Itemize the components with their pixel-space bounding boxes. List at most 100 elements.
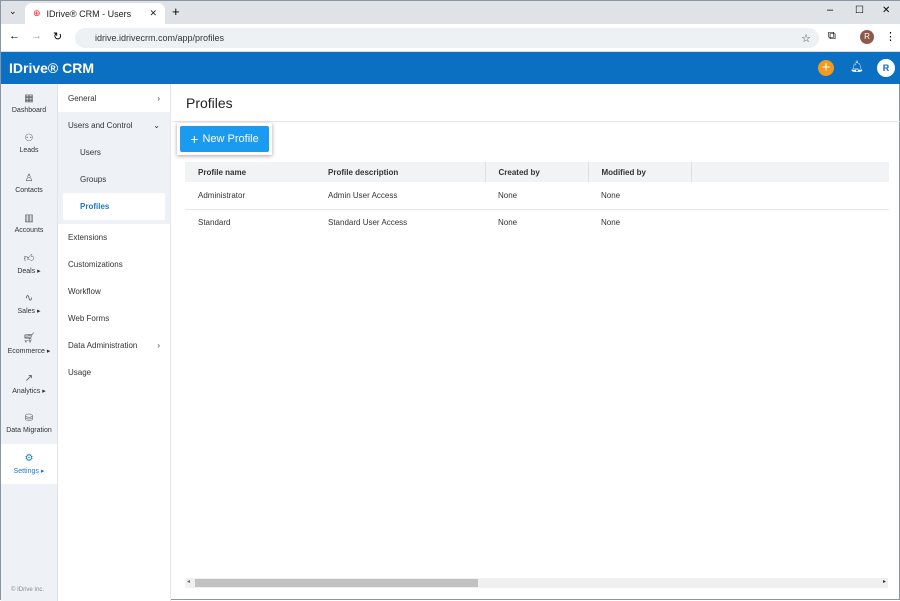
cell-profile-name[interactable]: Administrator (185, 182, 315, 210)
rail-label: Data Migration (6, 427, 52, 434)
chevron-right-icon: › (157, 341, 160, 350)
nav-workflow[interactable]: Workflow (58, 278, 170, 305)
scroll-left-icon[interactable]: ◂ (187, 578, 190, 585)
cell-description: Standard User Access (328, 218, 408, 228)
rail-contacts[interactable]: ♙ Contacts (1, 164, 57, 204)
tab-title: IDrive® CRM - Users (46, 8, 132, 19)
divider (172, 121, 900, 122)
col-modified-by[interactable]: Modified by (588, 162, 692, 182)
user-avatar[interactable]: R (877, 59, 895, 77)
ecommerce-icon: 🛒︎ (22, 332, 36, 344)
nav-data-administration[interactable]: Data Administration › (58, 332, 170, 359)
rail-sales[interactable]: ∿ Sales ▸ (1, 284, 57, 324)
nav-groups[interactable]: Groups (58, 166, 170, 193)
reload-icon[interactable]: ↻ (53, 30, 62, 43)
rail-leads[interactable]: ⚇ Leads (1, 124, 57, 164)
tab-list-icon[interactable]: ⌄ (9, 6, 17, 17)
new-profile-button[interactable]: + New Profile (180, 126, 269, 152)
browser-tab[interactable]: ⊕ IDrive® CRM - Users ✕ (25, 3, 165, 24)
rail-dashboard[interactable]: ▦ Dashboard (1, 84, 57, 124)
sales-icon: ∿ (24, 292, 34, 304)
minimize-icon[interactable]: – (827, 4, 833, 16)
rail-label: Settings ▸ (13, 467, 45, 475)
rail-label: Accounts (14, 227, 44, 234)
nav-label: Usage (68, 368, 92, 377)
quick-add-button[interactable]: + (818, 60, 834, 76)
nav-usage[interactable]: Usage (58, 359, 170, 386)
nav-label: Groups (80, 175, 107, 184)
leads-icon: ⚇ (24, 133, 34, 144)
chevron-down-icon: ⌄ (153, 121, 160, 130)
close-tab-icon[interactable]: ✕ (149, 8, 157, 19)
page-title: Profiles (186, 95, 233, 111)
settings-nav: General › Users and Control ⌄ Users Groups… (58, 84, 171, 601)
new-profile-focus: + New Profile (177, 123, 272, 155)
nav-label: Customizations (68, 260, 123, 269)
rail-label: Deals ▸ (17, 267, 41, 275)
cell-created-by: None (498, 218, 518, 228)
contacts-icon: ♙ (24, 173, 34, 184)
url-input[interactable]: idrive.idrivecrm.com/app/profiles ☆ (75, 28, 819, 48)
cell-empty (691, 182, 889, 210)
maximize-icon[interactable]: ☐ (855, 5, 864, 16)
nav-general[interactable]: General › (58, 85, 170, 112)
rail-label: Ecommerce ▸ (7, 347, 51, 355)
main-content: Profiles + New Profile Profile name Profi… (172, 84, 900, 601)
col-created-by[interactable]: Created by (485, 162, 589, 182)
new-tab-icon[interactable]: + (172, 4, 180, 19)
new-profile-label: New Profile (202, 133, 259, 145)
dashboard-icon: ▦ (24, 93, 34, 104)
rail-data-migration[interactable]: ⛁ Data Migration (1, 404, 57, 444)
cell-modified-by: None (601, 218, 621, 228)
extensions-icon[interactable]: ⧉ (828, 30, 836, 43)
rail-label: Sales ▸ (17, 307, 41, 315)
favicon-icon: ⊕ (33, 8, 41, 18)
rail-deals[interactable]: 👍︎ Deals ▸ (1, 244, 57, 284)
rail-ecommerce[interactable]: 🛒︎ Ecommerce ▸ (1, 324, 57, 364)
copyright: © IDrive Inc. (11, 587, 45, 593)
scrollbar-thumb[interactable] (195, 579, 478, 587)
nav-label: Data Administration (68, 341, 138, 350)
plus-icon: + (190, 131, 199, 147)
rail-label: Leads (19, 147, 39, 154)
nav-label: Web Forms (68, 314, 110, 323)
chevron-right-icon: › (157, 94, 160, 103)
nav-label: General (68, 94, 97, 103)
rail-accounts[interactable]: ▥ Accounts (1, 204, 57, 244)
nav-label: Users and Control (68, 121, 133, 130)
nav-users-and-control[interactable]: Users and Control ⌄ (58, 112, 170, 139)
col-profile-description[interactable]: Profile description (315, 162, 486, 182)
col-empty (691, 162, 889, 182)
browser-profile-avatar[interactable]: R (860, 30, 874, 44)
rail-settings[interactable]: ⚙ Settings ▸ (1, 444, 57, 484)
table-row[interactable]: Standard Standard User Access None None (185, 209, 889, 236)
nav-users[interactable]: Users (58, 139, 170, 166)
browser-menu-icon[interactable]: ⋮ (885, 30, 896, 43)
cell-description: Admin User Access (315, 182, 485, 210)
idrive-crm-logo[interactable]: IDrive® CRM (9, 60, 94, 76)
nav-profiles[interactable]: Profiles (63, 193, 165, 220)
back-icon[interactable]: ← (9, 30, 20, 42)
nav-label: Profiles (80, 202, 110, 211)
nav-web-forms[interactable]: Web Forms (58, 305, 170, 332)
scroll-right-icon[interactable]: ▸ (883, 578, 886, 585)
forward-icon[interactable]: → (31, 30, 42, 42)
accounts-icon: ▥ (24, 213, 34, 224)
col-profile-name[interactable]: Profile name (185, 162, 315, 182)
bookmark-star-icon[interactable]: ☆ (801, 32, 811, 45)
nav-customizations[interactable]: Customizations (58, 251, 170, 278)
cell-profile-name[interactable]: Standard (185, 209, 315, 236)
nav-label: Workflow (68, 287, 101, 296)
close-window-icon[interactable]: ✕ (882, 5, 890, 16)
rail-label: Contacts (15, 187, 43, 194)
rail-label: Analytics ▸ (12, 387, 46, 395)
table-row[interactable]: Administrator Admin User Access None None (185, 182, 889, 210)
nav-group-users-control: Users and Control ⌄ Users Groups Profiles (58, 112, 170, 224)
table-header: Profile name Profile description Created… (185, 162, 889, 182)
nav-extensions[interactable]: Extensions (58, 224, 170, 251)
cell-modified-by: None (588, 182, 691, 210)
cell-empty (691, 209, 889, 236)
notifications-bell-icon[interactable]: 🔔︎ (850, 60, 864, 73)
horizontal-scrollbar[interactable]: ◂ ▸ (185, 578, 888, 588)
rail-analytics[interactable]: ↗ Analytics ▸ (1, 364, 57, 404)
